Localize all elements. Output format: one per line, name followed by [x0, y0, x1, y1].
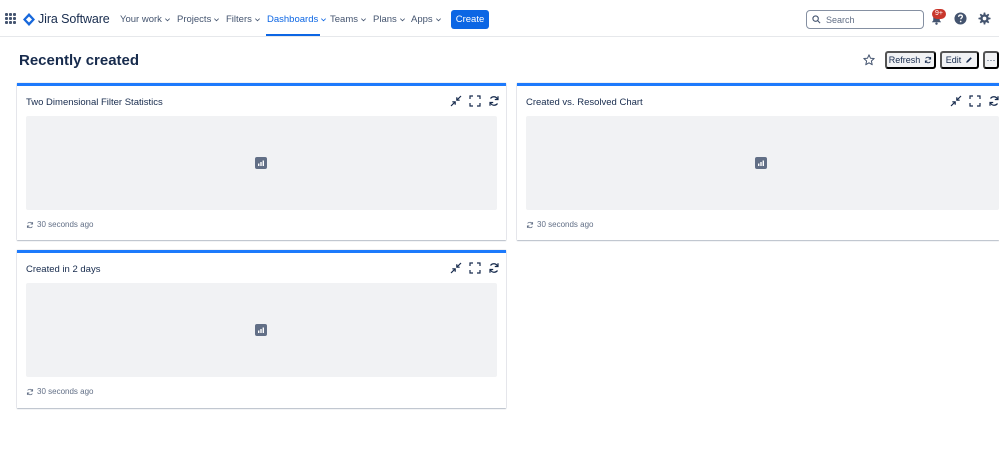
chevron-down-icon — [435, 18, 441, 22]
chevron-down-icon — [399, 18, 405, 22]
nav-item-label: Dashboards — [267, 14, 319, 25]
refresh-icon — [26, 221, 34, 228]
nav-item-your-work[interactable]: Your work — [120, 14, 171, 25]
gadget-toolbar — [943, 95, 999, 107]
gadget-toolbar — [443, 262, 500, 274]
refresh-icon — [526, 221, 534, 228]
minimize-icon[interactable] — [950, 95, 962, 107]
chart-icon — [255, 324, 267, 336]
nav-item-label: Your work — [120, 14, 162, 25]
gadget-last-updated: 30 seconds ago — [526, 220, 594, 229]
refresh-icon[interactable] — [488, 95, 500, 107]
fullscreen-icon[interactable] — [469, 262, 481, 274]
refresh-button[interactable]: Refresh — [885, 51, 936, 69]
nav-item-plans[interactable]: Plans — [373, 14, 406, 25]
more-actions-button[interactable]: ··· — [983, 51, 999, 69]
product-logo[interactable]: Jira Software — [23, 11, 110, 27]
nav-item-label: Apps — [411, 14, 433, 25]
gadget-title: Created in 2 days — [26, 264, 101, 275]
pencil-icon — [966, 57, 973, 63]
nav-item-filters[interactable]: Filters — [226, 14, 261, 25]
nav-item-label: Filters — [226, 14, 252, 25]
app-switcher-icon[interactable] — [5, 13, 16, 24]
top-navigation: Jira Software Your work Projects Filters… — [0, 0, 999, 37]
nav-item-label: Plans — [373, 14, 397, 25]
edit-button[interactable]: Edit — [940, 51, 979, 69]
gadget-title: Created vs. Resolved Chart — [526, 97, 643, 108]
active-nav-indicator — [266, 34, 320, 36]
gear-icon[interactable] — [978, 12, 991, 25]
gadget-last-updated: 30 seconds ago — [26, 220, 94, 229]
search-box[interactable] — [806, 10, 924, 29]
gadget-content-placeholder — [26, 116, 497, 210]
nav-item-projects[interactable]: Projects — [177, 14, 220, 25]
nav-item-label: Teams — [330, 14, 358, 25]
refresh-button-label: Refresh — [888, 55, 921, 65]
chart-icon — [755, 157, 767, 169]
minimize-icon[interactable] — [450, 262, 462, 274]
search-input[interactable] — [826, 14, 921, 25]
fullscreen-icon[interactable] — [469, 95, 481, 107]
gadget-updated-text: 30 seconds ago — [537, 220, 594, 229]
nav-item-label: Projects — [177, 14, 212, 25]
chart-icon — [255, 157, 267, 169]
edit-button-label: Edit — [945, 55, 962, 65]
gadget-last-updated: 30 seconds ago — [26, 387, 94, 396]
jira-logo-icon — [23, 12, 35, 26]
chevron-down-icon — [254, 18, 260, 22]
chevron-down-icon — [164, 18, 170, 22]
gadget-content-placeholder — [526, 116, 999, 210]
gadget-created-in-2-days: Created in 2 days 30 seconds ago — [17, 250, 506, 408]
refresh-icon — [925, 56, 932, 64]
gadget-updated-text: 30 seconds ago — [37, 387, 94, 396]
gadget-created-vs-resolved-chart: Created vs. Resolved Chart 30 seconds ag… — [517, 83, 999, 240]
nav-item-teams[interactable]: Teams — [330, 14, 367, 25]
product-name: Jira Software — [38, 12, 110, 26]
chevron-down-icon — [321, 18, 327, 22]
refresh-icon — [26, 388, 34, 395]
nav-item-dashboards[interactable]: Dashboards — [267, 14, 327, 25]
page-title: Recently created — [19, 52, 140, 69]
refresh-icon[interactable] — [488, 262, 500, 274]
gadget-two-dimensional-filter-statistics: Two Dimensional Filter Statistics 30 sec… — [17, 83, 506, 240]
create-button[interactable]: Create — [451, 10, 489, 29]
fullscreen-icon[interactable] — [969, 95, 981, 107]
notification-badge: 9+ — [932, 9, 946, 19]
help-icon[interactable] — [954, 12, 967, 25]
nav-item-apps[interactable]: Apps — [411, 14, 442, 25]
gadget-toolbar — [443, 95, 500, 107]
gadget-content-placeholder — [26, 283, 497, 377]
minimize-icon[interactable] — [450, 95, 462, 107]
refresh-icon[interactable] — [988, 95, 999, 107]
gadget-updated-text: 30 seconds ago — [37, 220, 94, 229]
chevron-down-icon — [360, 18, 366, 22]
gadget-title: Two Dimensional Filter Statistics — [26, 97, 163, 108]
star-icon[interactable] — [863, 54, 875, 66]
chevron-down-icon — [214, 18, 220, 22]
search-icon — [812, 15, 821, 24]
